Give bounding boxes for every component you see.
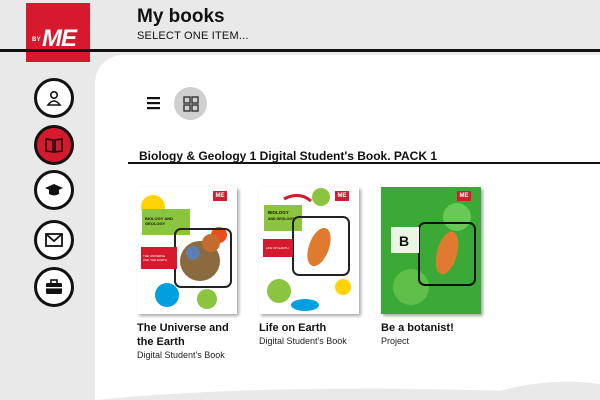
book-type: Project: [381, 336, 410, 346]
pack-title: Biology & Geology 1 Digital Student's Bo…: [139, 149, 437, 163]
header-divider: [0, 49, 600, 52]
svg-text:GEOLOGY: GEOLOGY: [145, 221, 166, 226]
logo-by-text: BY: [32, 37, 41, 43]
list-view-button[interactable]: [144, 93, 164, 113]
envelope-icon: [45, 233, 63, 247]
sidebar-item-books[interactable]: [34, 125, 74, 165]
universe-cover-art: BIOLOGY AND GEOLOGY THE UNIVERSE AND THE…: [137, 187, 237, 314]
briefcase-icon: [46, 279, 62, 294]
book-card-universe[interactable]: BIOLOGY AND GEOLOGY THE UNIVERSE AND THE…: [137, 187, 237, 360]
list-icon: [147, 97, 160, 110]
page-title: My books: [137, 6, 225, 27]
book-icon: [45, 138, 63, 153]
me-badge: ME: [335, 191, 349, 201]
svg-text:AND GEOLOGY: AND GEOLOGY: [268, 217, 295, 221]
sidebar-item-messages[interactable]: [34, 220, 74, 260]
header-bar: BY ME My books SELECT ONE ITEM...: [0, 0, 600, 65]
sidebar: [0, 62, 95, 400]
book-title[interactable]: The Universe and the Earth: [137, 321, 237, 349]
book-title[interactable]: Life on Earth: [259, 321, 359, 335]
svg-text:LIFE ON EARTH: LIFE ON EARTH: [266, 246, 289, 250]
svg-text:BIOLOGY: BIOLOGY: [268, 210, 289, 215]
book-card-life-on-earth[interactable]: BIOLOGY AND GEOLOGY LIFE ON EARTH ME Lif…: [259, 187, 359, 346]
book-card-botanist[interactable]: B ME Be a botanist! Project: [381, 187, 481, 346]
grid-view-button[interactable]: [174, 87, 207, 120]
life-on-earth-cover-art: BIOLOGY AND GEOLOGY LIFE ON EARTH: [259, 187, 359, 314]
book-type: Digital Student's Book: [137, 350, 225, 360]
book-cover[interactable]: BIOLOGY AND GEOLOGY LIFE ON EARTH ME: [259, 187, 359, 314]
botanist-cover-art: B: [381, 187, 481, 314]
svg-text:AND THE EARTH: AND THE EARTH: [143, 258, 167, 262]
sidebar-item-profile[interactable]: [34, 78, 74, 118]
book-cover[interactable]: B ME: [381, 187, 481, 314]
me-badge: ME: [213, 191, 227, 201]
cover-letter: B: [399, 233, 409, 249]
book-title[interactable]: Be a botanist!: [381, 321, 481, 335]
graduation-cap-icon: [45, 184, 63, 196]
book-cover[interactable]: BIOLOGY AND GEOLOGY THE UNIVERSE AND THE…: [137, 187, 237, 314]
sidebar-item-courses[interactable]: [34, 170, 74, 210]
user-icon: [46, 90, 62, 106]
pack-divider: [128, 162, 600, 164]
book-type: Digital Student's Book: [259, 336, 347, 346]
sidebar-item-resources[interactable]: [34, 267, 74, 307]
me-badge: ME: [457, 191, 471, 201]
grid-icon: [182, 95, 199, 112]
page-subtitle: SELECT ONE ITEM...: [137, 30, 249, 42]
byme-logo[interactable]: BY ME: [26, 3, 90, 65]
